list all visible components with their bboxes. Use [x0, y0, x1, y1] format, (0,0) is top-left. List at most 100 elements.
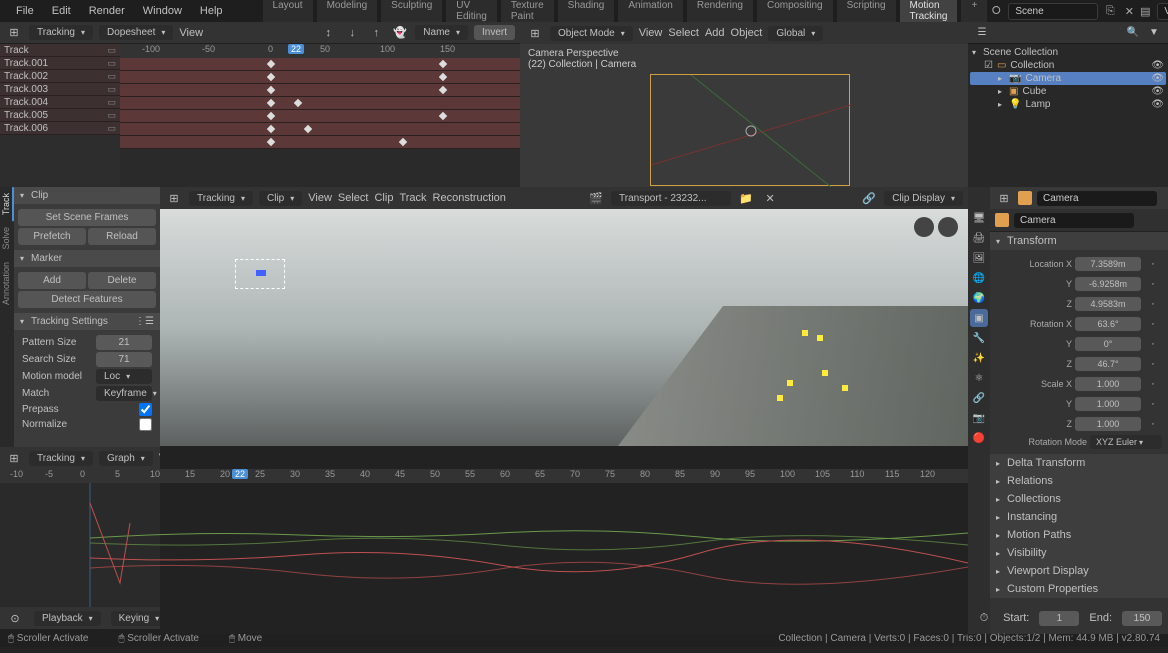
track-row[interactable]: Track.002▭ [0, 70, 120, 83]
track-options-icon[interactable]: ▭ [107, 71, 116, 82]
menu-window[interactable]: Window [135, 2, 190, 20]
clip-view-menu[interactable]: View [308, 192, 332, 204]
zoom-gizmo-icon[interactable] [938, 217, 958, 237]
constraint-tab-icon[interactable]: 🔗 [970, 389, 988, 407]
lock-icon[interactable]: · [1144, 255, 1162, 273]
editor-type-icon[interactable]: ⊞ [995, 189, 1013, 207]
open-folder-icon[interactable]: 📁 [737, 189, 755, 207]
physics-tab-icon[interactable]: ⚛ [970, 369, 988, 387]
sort-desc-icon[interactable]: ↑ [367, 24, 385, 42]
panel-marker[interactable]: Marker [14, 250, 160, 267]
rotation-y-input[interactable]: 0° [1075, 337, 1141, 351]
clip-display-dropdown[interactable]: Clip Display [884, 191, 963, 206]
sort-asc-icon[interactable]: ↓ [343, 24, 361, 42]
tracker-marker[interactable] [802, 330, 808, 336]
track-options-icon[interactable]: ▭ [107, 58, 116, 69]
graph-tracking-dropdown[interactable]: Tracking [29, 451, 93, 466]
dopesheet-type-dropdown[interactable]: Dopesheet [99, 25, 173, 40]
viewlayer-name-input[interactable] [1157, 3, 1168, 20]
detect-features-button[interactable]: Detect Features [18, 291, 156, 308]
track-row[interactable]: Track.001▭ [0, 57, 120, 70]
vp-view-menu[interactable]: View [639, 27, 663, 39]
editor-type-icon[interactable]: ☰ [973, 24, 991, 42]
section-viewport-display[interactable]: Viewport Display [990, 562, 1168, 580]
rotation-mode-dropdown[interactable]: XYZ Euler [1090, 435, 1162, 449]
section-custom-properties[interactable]: Custom Properties [990, 580, 1168, 598]
track-options-icon[interactable]: ▭ [107, 84, 116, 95]
scale-y-input[interactable]: 1.000 [1075, 397, 1141, 411]
render-tab-icon[interactable]: 🖥 [970, 209, 988, 227]
object-name-input[interactable] [1037, 191, 1157, 206]
outliner-tree[interactable]: Scene Collection ☑▭Collection👁 📷Camera👁 … [968, 44, 1168, 113]
tracker-selected[interactable] [235, 259, 285, 289]
orientation-dropdown[interactable]: Global [768, 26, 823, 41]
outliner-scene-collection[interactable]: Scene Collection [970, 46, 1166, 59]
preview-range-icon[interactable]: ⏱ [975, 609, 993, 627]
location-x-input[interactable]: 7.3589m [1075, 257, 1141, 271]
prepass-checkbox[interactable] [139, 403, 152, 416]
editor-type-icon[interactable]: ⊞ [5, 449, 23, 467]
search-icon[interactable]: 🔍 [1124, 24, 1142, 42]
dopesheet-timeline[interactable]: -100 -50 0 22 50 100 150 [120, 44, 520, 187]
panel-clip[interactable]: Clip [14, 187, 160, 204]
graph-playhead[interactable]: 22 [232, 469, 248, 479]
section-collections[interactable]: Collections [990, 490, 1168, 508]
match-dropdown[interactable]: Keyframe [96, 386, 152, 401]
lock-icon[interactable]: · [1144, 355, 1162, 373]
link-icon[interactable]: 🔗 [860, 189, 878, 207]
footage-view[interactable] [160, 209, 968, 446]
scale-x-input[interactable]: 1.000 [1075, 377, 1141, 391]
lock-icon[interactable]: · [1144, 275, 1162, 293]
track-options-icon[interactable]: ▭ [107, 97, 116, 108]
output-tab-icon[interactable]: 🖨 [970, 229, 988, 247]
lock-icon[interactable]: · [1144, 395, 1162, 413]
ghost-icon[interactable]: 👻 [391, 24, 409, 42]
graph-type-dropdown[interactable]: Graph [99, 451, 153, 466]
new-scene-icon[interactable]: ⎘ [1103, 4, 1117, 18]
material-tab-icon[interactable]: 🔴 [970, 429, 988, 447]
tab-track[interactable]: Track [0, 187, 14, 221]
track-row[interactable]: Track.004▭ [0, 96, 120, 109]
track-row[interactable]: Track▭ [0, 44, 120, 57]
normalize-checkbox[interactable] [139, 418, 152, 431]
clip-reconstruction-menu[interactable]: Reconstruction [433, 192, 506, 204]
outliner-lamp[interactable]: 💡Lamp👁 [970, 98, 1166, 111]
location-z-input[interactable]: 4.9583m [1075, 297, 1141, 311]
tracking-mode-dropdown[interactable]: Tracking [29, 25, 93, 40]
track-row[interactable]: Track.006▭ [0, 122, 120, 135]
outliner-cube[interactable]: ▣Cube👁 [970, 85, 1166, 98]
movie-icon[interactable]: 🎬 [587, 189, 605, 207]
scale-z-input[interactable]: 1.000 [1075, 417, 1141, 431]
delete-marker-button[interactable]: Delete [88, 272, 156, 289]
transform-section-header[interactable]: Transform [990, 232, 1168, 250]
playhead[interactable]: 22 [288, 44, 304, 54]
clip-filename[interactable]: Transport - 23232... [611, 191, 731, 206]
editor-type-icon[interactable]: ⊙ [6, 609, 24, 627]
filter-icon[interactable]: ▼ [1145, 24, 1163, 42]
object-tab-icon[interactable]: ▣ [970, 309, 988, 327]
sort-icon[interactable]: ↕ [319, 24, 337, 42]
scene-tab-icon[interactable]: 🌐 [970, 269, 988, 287]
delete-scene-icon[interactable]: ✕ [1122, 4, 1136, 18]
section-delta-transform[interactable]: Delta Transform [990, 454, 1168, 472]
scene-selector[interactable]: ⭘ ⎘ ✕ [989, 3, 1136, 20]
lock-icon[interactable]: · [1144, 335, 1162, 353]
editor-type-icon[interactable]: ⊞ [165, 189, 183, 207]
tracker-marker[interactable] [822, 370, 828, 376]
sort-name-dropdown[interactable]: Name [415, 25, 468, 40]
object-mode-dropdown[interactable]: Object Mode [550, 26, 633, 41]
tracker-marker[interactable] [777, 395, 783, 401]
modifier-tab-icon[interactable]: 🔧 [970, 329, 988, 347]
world-tab-icon[interactable]: 🌍 [970, 289, 988, 307]
section-instancing[interactable]: Instancing [990, 508, 1168, 526]
start-frame-input[interactable]: 1 [1039, 611, 1079, 626]
clip-type-dropdown[interactable]: Clip [259, 191, 302, 206]
track-options-icon[interactable]: ▭ [107, 110, 116, 121]
track-options-icon[interactable]: ▭ [107, 45, 116, 56]
lock-icon[interactable]: · [1144, 315, 1162, 333]
graph-ruler[interactable]: -10 -5 0 5 10 15 20 22 25 30 35 40 45 50… [0, 469, 968, 483]
section-motion-paths[interactable]: Motion Paths [990, 526, 1168, 544]
lock-icon[interactable]: · [1144, 295, 1162, 313]
location-y-input[interactable]: -6.9258m [1075, 277, 1141, 291]
outliner-collection[interactable]: ☑▭Collection👁 [970, 59, 1166, 72]
